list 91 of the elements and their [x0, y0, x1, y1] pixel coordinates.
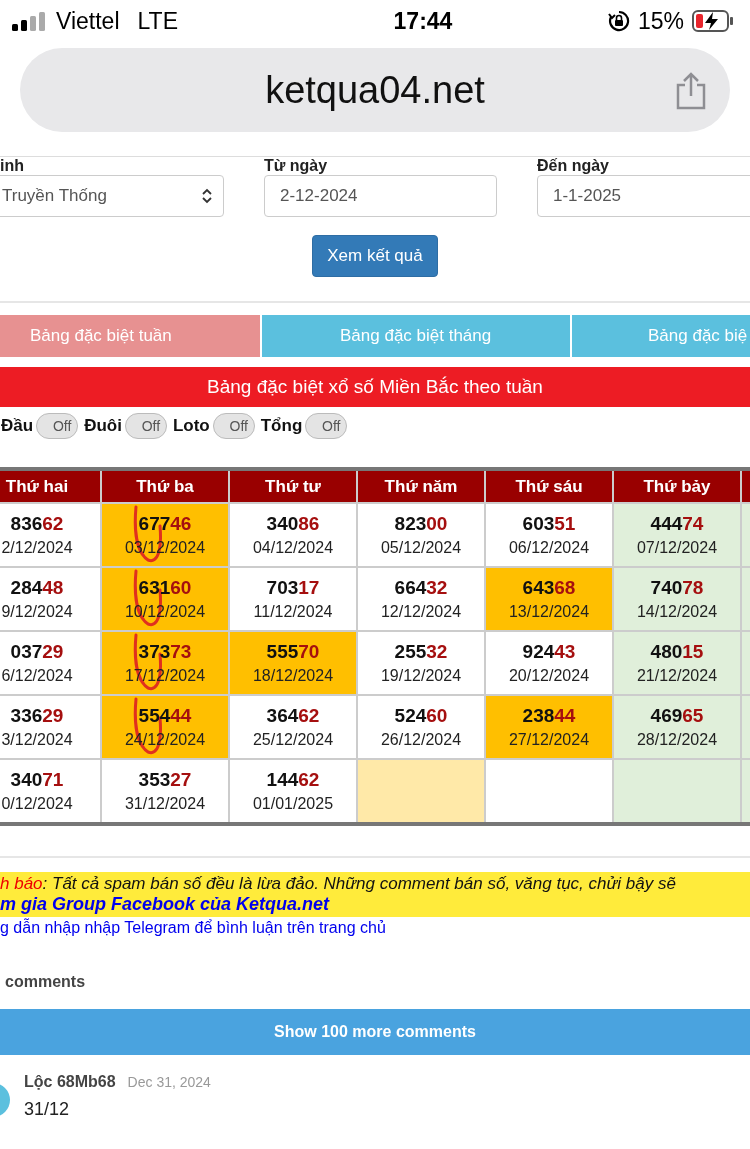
toggle-switch[interactable]: Off: [36, 413, 79, 439]
column-header: Thứ hai: [0, 471, 100, 502]
draw-date: 25/12/2024: [252, 731, 334, 749]
draw-date: 05/12/2024: [380, 539, 462, 557]
draw-date: 06/12/2024: [508, 539, 590, 557]
special-prize-number: 64368: [522, 577, 576, 599]
draw-date: 11/12/2024: [253, 603, 333, 621]
draw-date: 0/12/2024: [1, 795, 73, 813]
table-title-banner: Bảng đặc biệt xổ số Miền Bắc theo tuần: [0, 367, 750, 407]
draw-date: 12/12/2024: [380, 603, 462, 621]
draw-date: 14/12/2024: [636, 603, 718, 621]
special-prize-number: 37373: [138, 641, 192, 663]
comment-author: Lộc 68Mb68: [24, 1073, 116, 1091]
draw-date: 3/12/2024: [1, 731, 73, 749]
toggle-label: Đuôi: [84, 416, 122, 436]
draw-date: 9/12/2024: [1, 603, 73, 621]
submit-button[interactable]: Xem kết quả: [312, 235, 438, 277]
draw-date: 04/12/2024: [252, 539, 334, 557]
special-prize-number: 82300: [394, 513, 448, 535]
draw-date: 13/12/2024: [508, 603, 590, 621]
special-prize-number: 55444: [138, 705, 192, 727]
special-prize-number: 34071: [10, 769, 64, 791]
column-header: Thứ ba: [102, 471, 228, 502]
draw-date: 31/12/2024: [124, 795, 206, 813]
special-prize-number: 03729: [10, 641, 64, 663]
signal-icon: [12, 11, 48, 31]
special-prize-number: 74078: [650, 577, 704, 599]
special-prize-number: 23844: [522, 705, 576, 727]
special-prize-number: 35327: [138, 769, 192, 791]
special-prize-number: 34086: [266, 513, 320, 535]
field-label: inh: [0, 157, 25, 175]
share-icon[interactable]: [674, 72, 708, 110]
draw-date: 18/12/2024: [252, 667, 334, 685]
toggle-switch[interactable]: Off: [212, 413, 255, 439]
special-prize-number: 36462: [266, 705, 320, 727]
draw-date: 19/12/2024: [380, 667, 462, 685]
special-prize-number: 55570: [266, 641, 320, 663]
toggle-label: Đầu: [1, 416, 34, 436]
draw-date: 6/12/2024: [1, 667, 73, 685]
special-prize-number: 60351: [522, 513, 576, 535]
special-prize-number: 92443: [522, 641, 576, 663]
toggle-switch[interactable]: Off: [124, 413, 167, 439]
toggle-label: Tổng: [260, 416, 303, 436]
special-prize-number: 66432: [394, 577, 448, 599]
special-prize-number: 46965: [650, 705, 704, 727]
comment-count: comments: [5, 973, 87, 991]
column-header: Thứ năm: [358, 471, 484, 502]
telegram-guide-link[interactable]: g dẫn nhập nhập Telegram để bình luận trên trang chủ: [0, 919, 750, 937]
special-prize-number: 70317: [266, 577, 320, 599]
province-select[interactable]: Truyền Thống: [0, 175, 224, 217]
special-prize-number: 28448: [10, 577, 64, 599]
battery-charging-icon: [692, 10, 734, 32]
draw-date: 27/12/2024: [508, 731, 590, 749]
address-bar[interactable]: ketqua04.net: [20, 48, 730, 132]
special-prize-number: 33629: [10, 705, 64, 727]
special-prize-number: 63160: [138, 577, 192, 599]
column-header: Thứ sáu: [486, 471, 612, 502]
special-prize-number: 67746: [138, 513, 192, 535]
chevron-up-down-icon: [201, 188, 213, 204]
date-field[interactable]: 2-12-2024: [264, 175, 497, 217]
facebook-group-link[interactable]: m gia Group Facebook của Ketqua.net: [0, 894, 750, 915]
draw-date: 2/12/2024: [1, 539, 73, 557]
clock-time: 17:44: [393, 7, 453, 35]
comment-text: 31/12: [24, 1099, 71, 1120]
draw-date: 07/12/2024: [636, 539, 718, 557]
column-header: Thứ bảy: [614, 471, 740, 502]
draw-date: 21/12/2024: [636, 667, 718, 685]
draw-date: 26/12/2024: [380, 731, 462, 749]
special-prize-number: 44474: [650, 513, 704, 535]
date-field[interactable]: 1-1-2025: [537, 175, 750, 217]
warning-text: : Tất cả spam bán số đều là lừa đảo. Những comment bán số, văng tục, chửi bậy sẽ: [42, 874, 676, 893]
warning-label: h báo: [0, 874, 43, 893]
field-label: Đến ngày: [537, 157, 610, 175]
rotation-lock-icon: [607, 10, 630, 32]
special-prize-number: 14462: [266, 769, 320, 791]
url-text: ketqua04.net: [265, 68, 485, 112]
draw-date: 28/12/2024: [636, 731, 718, 749]
special-prize-number: 25532: [394, 641, 448, 663]
draw-date: 01/01/2025: [252, 795, 334, 813]
special-prize-number: 52460: [394, 705, 448, 727]
toggle-switch[interactable]: Off: [305, 413, 348, 439]
network-type: LTE: [137, 7, 178, 35]
comment-date: Dec 31, 2024: [127, 1074, 211, 1090]
special-prize-number: 48015: [650, 641, 704, 663]
column-header: Thứ tư: [230, 471, 356, 502]
special-prize-number: 83662: [10, 513, 64, 535]
battery-percent: 15%: [637, 7, 684, 35]
draw-date: 20/12/2024: [508, 667, 590, 685]
carrier-name: Viettel: [56, 7, 120, 35]
toggle-label: Loto: [172, 416, 210, 436]
field-label: Từ ngày: [264, 157, 329, 175]
